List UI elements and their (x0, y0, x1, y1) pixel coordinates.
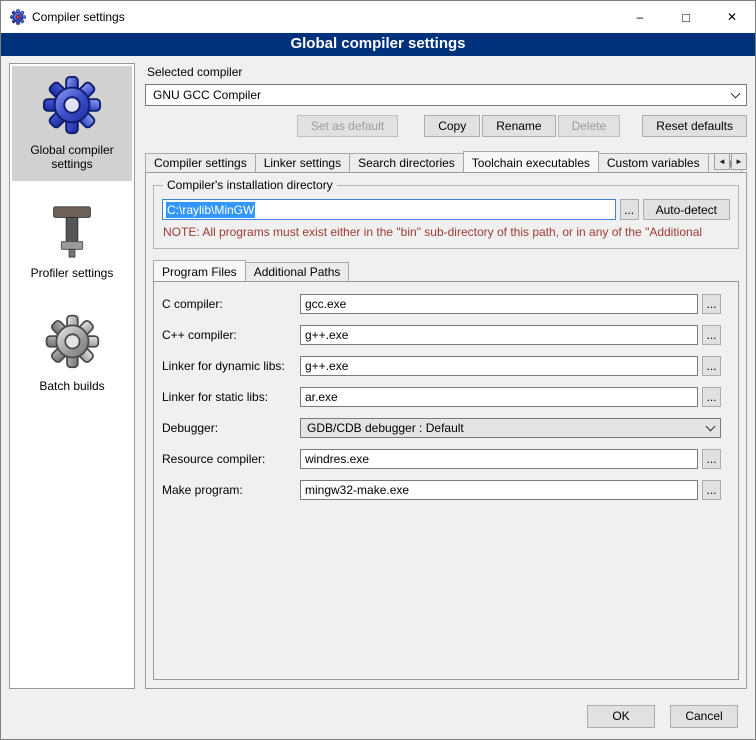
tab-additional-paths[interactable]: Additional Paths (245, 262, 350, 281)
resource-compiler-input[interactable] (300, 449, 698, 469)
page-title: Global compiler settings (1, 33, 755, 56)
resource-compiler-browse-button[interactable]: ... (702, 449, 721, 469)
c-compiler-row: C compiler: ... (162, 294, 721, 314)
make-program-browse-button[interactable]: ... (702, 480, 721, 500)
program-files-panel: C compiler: ... C++ compiler: ... Linker… (153, 281, 739, 680)
installation-directory-row: C:\raylib\MinGW ... Auto-detect (162, 199, 730, 220)
dynamic-linker-browse-button[interactable]: ... (702, 356, 721, 376)
tab-search-directories[interactable]: Search directories (349, 153, 464, 172)
cpp-compiler-row: C++ compiler: ... (162, 325, 721, 345)
minimize-button[interactable]: – (617, 1, 663, 33)
sidebar-item-label: Global compiler settings (14, 143, 130, 171)
main-area: Selected compiler GNU GCC Compiler Set a… (145, 63, 747, 689)
settings-tabstrip: Compiler settings Linker settings Search… (145, 150, 747, 172)
chevron-down-icon (731, 88, 741, 98)
compiler-combobox-value: GNU GCC Compiler (153, 88, 732, 102)
installation-directory-group-label: Compiler's installation directory (163, 178, 337, 192)
app-icon (10, 9, 26, 25)
titlebar: Compiler settings – □ ✕ (1, 1, 755, 33)
window-title: Compiler settings (32, 10, 125, 24)
compiler-action-buttons: Set as default Copy Rename Delete Reset … (145, 115, 747, 137)
sidebar-item-label: Profiler settings (31, 266, 114, 280)
maximize-button[interactable]: □ (663, 1, 709, 33)
static-linker-browse-button[interactable]: ... (702, 387, 721, 407)
sidebar-item-global-compiler-settings[interactable]: Global compiler settings (12, 66, 132, 181)
cpp-compiler-label: C++ compiler: (162, 328, 300, 342)
settings-sidebar: Global compiler settings Profiler settin… (9, 63, 135, 689)
delete-button[interactable]: Delete (558, 115, 621, 137)
cancel-button[interactable]: Cancel (670, 705, 738, 728)
profiler-tool-icon (44, 201, 100, 259)
tab-scroll-buttons: ◄ ► (714, 153, 747, 170)
autodetect-button[interactable]: Auto-detect (643, 199, 730, 220)
installation-browse-button[interactable]: ... (620, 199, 639, 220)
gray-gear-icon (41, 310, 103, 372)
sidebar-item-batch-builds[interactable]: Batch builds (12, 302, 132, 403)
compiler-settings-dialog: Compiler settings – □ ✕ Global compiler … (0, 0, 756, 740)
dynamic-linker-row: Linker for dynamic libs: ... (162, 356, 721, 376)
copy-button[interactable]: Copy (424, 115, 480, 137)
tab-linker-settings[interactable]: Linker settings (255, 153, 350, 172)
ok-button[interactable]: OK (587, 705, 655, 728)
c-compiler-label: C compiler: (162, 297, 300, 311)
toolchain-executables-panel: Compiler's installation directory C:\ray… (145, 172, 747, 689)
installation-directory-group: Compiler's installation directory C:\ray… (153, 185, 739, 249)
static-linker-label: Linker for static libs: (162, 390, 300, 404)
debugger-select[interactable]: GDB/CDB debugger : Default (300, 418, 721, 438)
debugger-row: Debugger: GDB/CDB debugger : Default (162, 418, 721, 438)
window-controls: – □ ✕ (617, 1, 755, 33)
close-button[interactable]: ✕ (709, 1, 755, 33)
chevron-down-icon (706, 421, 716, 431)
rename-button[interactable]: Rename (482, 115, 555, 137)
installation-note: NOTE: All programs must exist either in … (163, 225, 729, 239)
make-program-label: Make program: (162, 483, 300, 497)
debugger-select-value: GDB/CDB debugger : Default (307, 421, 707, 435)
tab-custom-variables[interactable]: Custom variables (598, 153, 709, 172)
sidebar-item-profiler-settings[interactable]: Profiler settings (12, 193, 132, 290)
make-program-input[interactable] (300, 480, 698, 500)
cpp-compiler-browse-button[interactable]: ... (702, 325, 721, 345)
dialog-footer: OK Cancel (1, 699, 755, 739)
compiler-combobox[interactable]: GNU GCC Compiler (145, 84, 747, 106)
blue-gear-icon (41, 74, 103, 136)
tab-program-files[interactable]: Program Files (153, 260, 246, 281)
reset-defaults-button[interactable]: Reset defaults (642, 115, 747, 137)
dynamic-linker-input[interactable] (300, 356, 698, 376)
static-linker-input[interactable] (300, 387, 698, 407)
tab-scroll-right-icon[interactable]: ► (731, 153, 747, 170)
set-as-default-button[interactable]: Set as default (297, 115, 398, 137)
tab-toolchain-executables[interactable]: Toolchain executables (463, 151, 599, 172)
cpp-compiler-input[interactable] (300, 325, 698, 345)
installation-path-input[interactable]: C:\raylib\MinGW (162, 199, 616, 220)
c-compiler-browse-button[interactable]: ... (702, 294, 721, 314)
debugger-label: Debugger: (162, 421, 300, 435)
selected-compiler-label: Selected compiler (147, 65, 747, 79)
resource-compiler-row: Resource compiler: ... (162, 449, 721, 469)
c-compiler-input[interactable] (300, 294, 698, 314)
make-program-row: Make program: ... (162, 480, 721, 500)
dynamic-linker-label: Linker for dynamic libs: (162, 359, 300, 373)
static-linker-row: Linker for static libs: ... (162, 387, 721, 407)
resource-compiler-label: Resource compiler: (162, 452, 300, 466)
dialog-content: Global compiler settings Profiler settin… (1, 56, 755, 699)
tab-scroll-left-icon[interactable]: ◄ (714, 153, 730, 170)
sidebar-item-label: Batch builds (39, 379, 104, 393)
installation-path-selected-text: C:\raylib\MinGW (166, 202, 255, 218)
tab-compiler-settings[interactable]: Compiler settings (145, 153, 256, 172)
program-tabstrip: Program Files Additional Paths (153, 259, 739, 281)
